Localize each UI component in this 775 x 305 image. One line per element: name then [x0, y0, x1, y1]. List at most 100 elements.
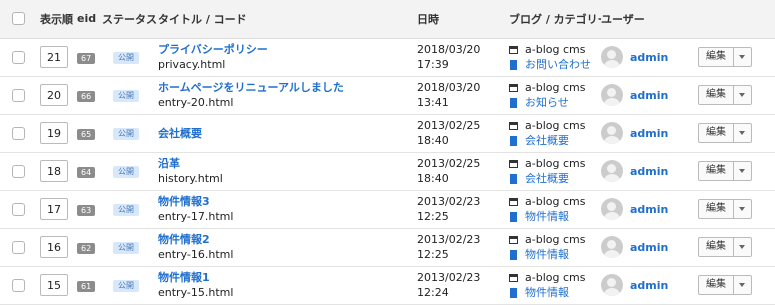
order-input[interactable]: [40, 122, 68, 144]
header-user[interactable]: ユーザー: [601, 0, 698, 39]
eid-badge: 65: [77, 128, 96, 140]
header-date[interactable]: 日時: [417, 0, 509, 39]
chevron-down-icon[interactable]: [734, 199, 752, 219]
category-icon: [510, 211, 517, 222]
chevron-down-icon[interactable]: [734, 275, 752, 295]
edit-button[interactable]: 編集: [698, 47, 734, 67]
user-link[interactable]: admin: [630, 51, 668, 64]
status-badge: 公開: [113, 166, 139, 178]
avatar: [601, 46, 623, 68]
entry-time: 18:40: [417, 134, 449, 147]
category-link[interactable]: 会社概要: [525, 171, 569, 186]
entry-date: 2018/03/20: [417, 43, 481, 56]
entry-code: entry-17.html: [158, 210, 234, 223]
user-link[interactable]: admin: [630, 203, 668, 216]
row-checkbox[interactable]: [12, 164, 25, 178]
avatar: [601, 160, 623, 182]
edit-button[interactable]: 編集: [698, 85, 734, 105]
entry-code: entry-15.html: [158, 286, 234, 299]
row-checkbox[interactable]: [12, 50, 25, 64]
entry-date: 2013/02/23: [417, 271, 481, 284]
row-checkbox[interactable]: [12, 278, 25, 292]
category-link[interactable]: 会社概要: [525, 133, 569, 148]
row-checkbox[interactable]: [12, 88, 25, 102]
table-row: 64 公開 沿革 history.html 2013/02/25 18:40 a…: [0, 152, 775, 190]
user-link[interactable]: admin: [630, 89, 668, 102]
chevron-down-icon[interactable]: [734, 161, 752, 181]
user-link[interactable]: admin: [630, 241, 668, 254]
edit-button[interactable]: 編集: [698, 161, 734, 181]
header-eid[interactable]: eid: [77, 0, 102, 39]
entry-time: 12:24: [417, 286, 449, 299]
blog-icon: [509, 159, 518, 168]
header-title[interactable]: タイトル / コード: [157, 0, 417, 39]
row-checkbox[interactable]: [12, 126, 25, 140]
status-badge: 公開: [113, 280, 139, 292]
header-status[interactable]: ステータス: [102, 0, 157, 39]
user-link[interactable]: admin: [630, 127, 668, 140]
status-badge: 公開: [113, 242, 139, 254]
blog-icon: [509, 273, 518, 282]
eid-badge: 62: [77, 242, 96, 254]
chevron-down-icon[interactable]: [734, 85, 752, 105]
table-row: 63 公開 物件情報3 entry-17.html 2013/02/23 12:…: [0, 190, 775, 228]
category-icon: [510, 249, 517, 260]
chevron-down-icon[interactable]: [734, 123, 752, 143]
category-link[interactable]: 物件情報: [525, 209, 569, 224]
chevron-down-icon[interactable]: [734, 237, 752, 257]
avatar: [601, 122, 623, 144]
entry-title-link[interactable]: 物件情報1: [158, 270, 417, 285]
header-blog[interactable]: ブログ / カテゴリー: [509, 0, 601, 39]
avatar: [601, 274, 623, 296]
category-link[interactable]: 物件情報: [525, 285, 569, 300]
blog-icon: [509, 45, 518, 54]
blog-name: a-blog cms: [525, 119, 586, 132]
entry-date: 2013/02/25: [417, 157, 481, 170]
table-row: 67 公開 プライバシーポリシー privacy.html 2018/03/20…: [0, 38, 775, 76]
entry-title-link[interactable]: 沿革: [158, 156, 417, 171]
header-actions: [698, 0, 775, 39]
entry-title-link[interactable]: 会社概要: [158, 126, 417, 141]
order-input[interactable]: [40, 274, 68, 296]
edit-button[interactable]: 編集: [698, 237, 734, 257]
user-link[interactable]: admin: [630, 165, 668, 178]
category-icon: [510, 135, 517, 146]
header-select-all[interactable]: [0, 0, 40, 39]
category-link[interactable]: 物件情報: [525, 247, 569, 262]
eid-badge: 61: [77, 280, 96, 292]
header-order[interactable]: 表示順: [40, 0, 77, 39]
order-input[interactable]: [40, 46, 68, 68]
eid-badge: 67: [77, 52, 96, 64]
order-input[interactable]: [40, 160, 68, 182]
table-row: 66 公開 ホームページをリニューアルしました entry-20.html 20…: [0, 76, 775, 114]
category-icon: [510, 287, 517, 298]
entry-time: 17:39: [417, 58, 449, 71]
category-icon: [510, 59, 517, 70]
entry-title-link[interactable]: ホームページをリニューアルしました: [158, 80, 417, 95]
table-header: 表示順 eid ステータス タイトル / コード 日時 ブログ / カテゴリー …: [0, 0, 775, 39]
row-checkbox[interactable]: [12, 202, 25, 216]
category-link[interactable]: お知らせ: [525, 95, 569, 110]
category-link[interactable]: お問い合わせ: [525, 57, 591, 72]
blog-icon: [509, 235, 518, 244]
row-checkbox[interactable]: [12, 240, 25, 254]
blog-name: a-blog cms: [525, 81, 586, 94]
entry-title-link[interactable]: プライバシーポリシー: [158, 42, 417, 57]
order-input[interactable]: [40, 236, 68, 258]
user-link[interactable]: admin: [630, 279, 668, 292]
entry-title-link[interactable]: 物件情報2: [158, 232, 417, 247]
table-row: 65 公開 会社概要 2013/02/25 18:40 a-blog cms 会…: [0, 114, 775, 152]
chevron-down-icon[interactable]: [734, 47, 752, 67]
order-input[interactable]: [40, 84, 68, 106]
entry-title-link[interactable]: 物件情報3: [158, 194, 417, 209]
order-input[interactable]: [40, 198, 68, 220]
entry-time: 12:25: [417, 248, 449, 261]
category-icon: [510, 97, 517, 108]
eid-badge: 64: [77, 166, 96, 178]
edit-button[interactable]: 編集: [698, 199, 734, 219]
select-all-checkbox[interactable]: [12, 12, 25, 26]
status-badge: 公開: [113, 52, 139, 64]
edit-button[interactable]: 編集: [698, 275, 734, 295]
edit-button[interactable]: 編集: [698, 123, 734, 143]
entry-code: history.html: [158, 172, 223, 185]
